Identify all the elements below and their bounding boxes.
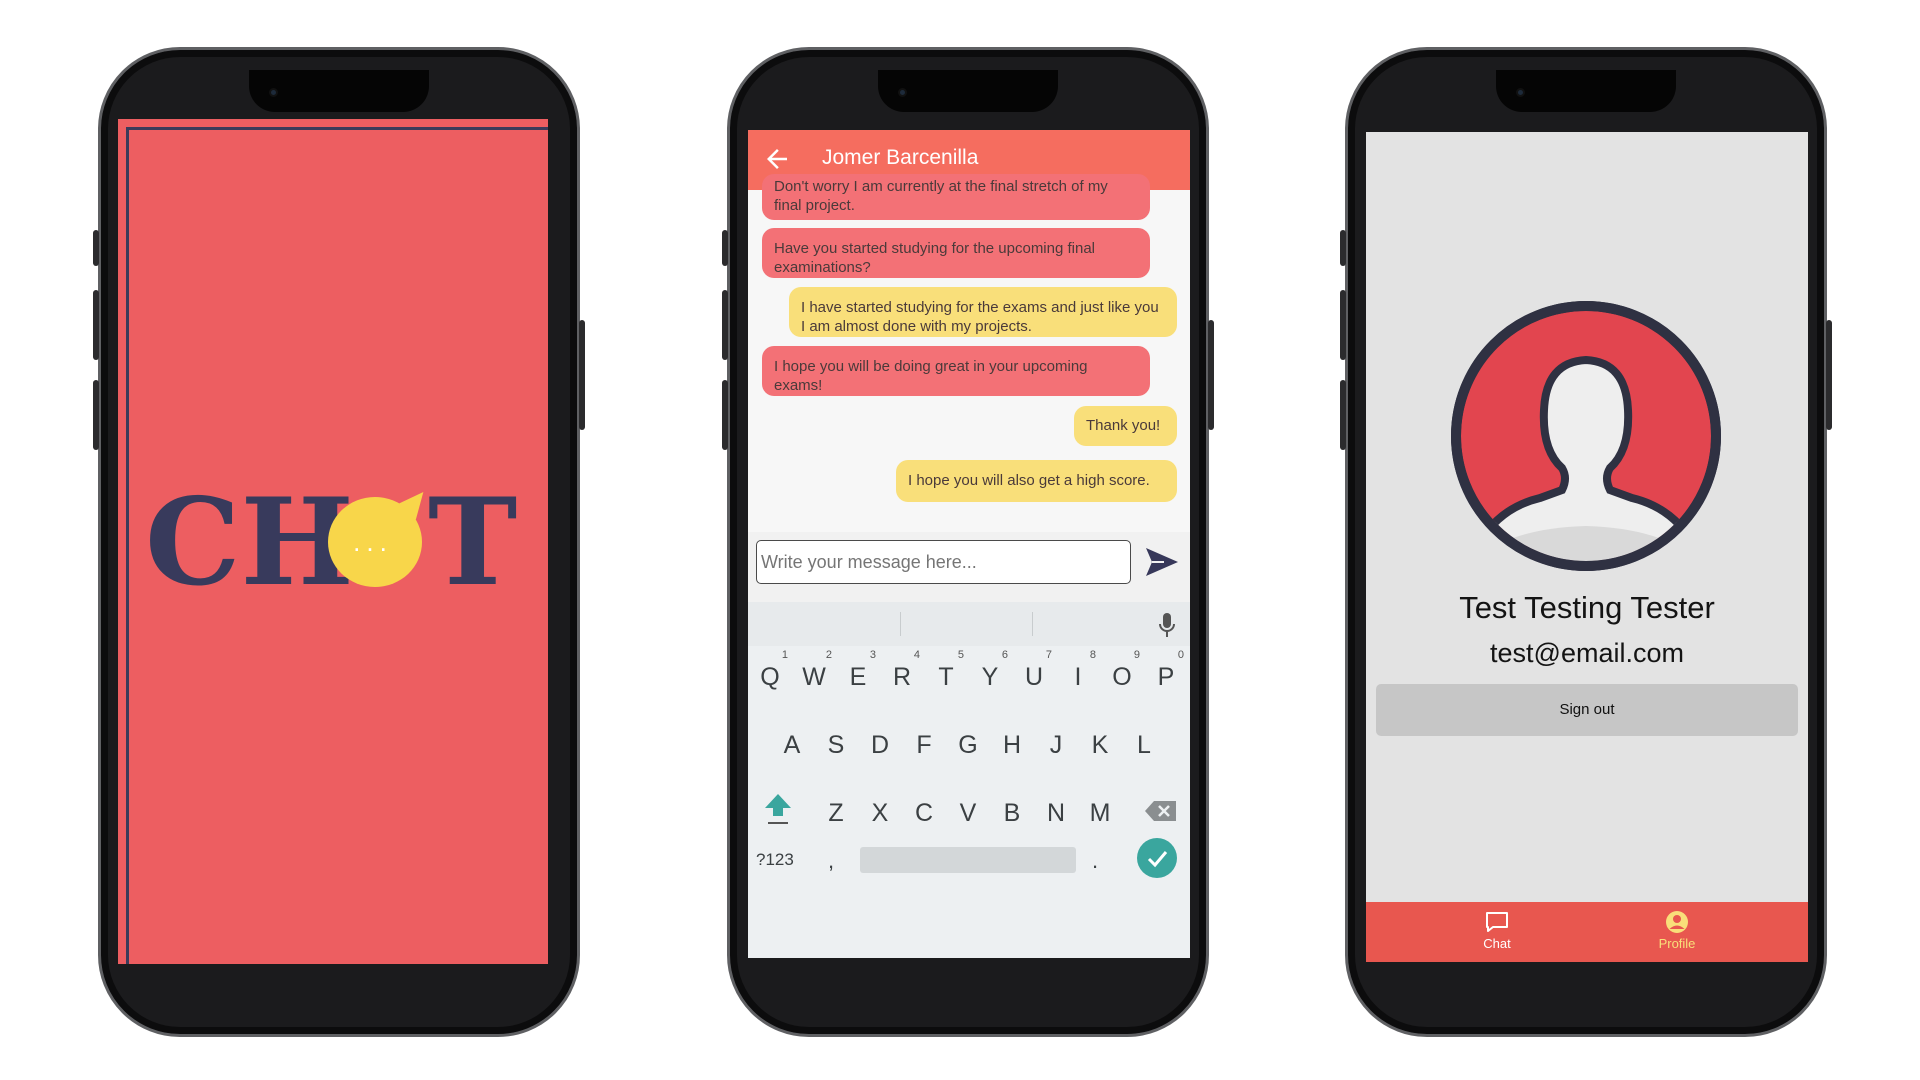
key-g[interactable]: G bbox=[948, 722, 988, 768]
message-bubble-outgoing: I have started studying for the exams an… bbox=[789, 287, 1177, 337]
notch bbox=[1496, 70, 1676, 112]
message-bubble-outgoing: Thank you! bbox=[1074, 406, 1177, 446]
key-f[interactable]: F bbox=[904, 722, 944, 768]
keyboard-suggestion-strip bbox=[748, 602, 1190, 646]
profile-screen: Test Testing Tester test@email.com Sign … bbox=[1366, 132, 1808, 962]
key-s[interactable]: S bbox=[816, 722, 856, 768]
send-icon[interactable] bbox=[1144, 546, 1180, 578]
user-avatar-icon bbox=[1451, 301, 1721, 571]
key-c[interactable]: C bbox=[904, 790, 944, 836]
message-bubble-incoming: Don't worry I am currently at the final … bbox=[762, 174, 1150, 220]
phone-profile: Test Testing Tester test@email.com Sign … bbox=[1340, 47, 1832, 1037]
key-y[interactable]: Y6 bbox=[970, 649, 1010, 700]
key-k[interactable]: K bbox=[1080, 722, 1120, 768]
sign-out-button[interactable]: Sign out bbox=[1376, 684, 1798, 736]
message-bubble-incoming: I hope you will be doing great in your u… bbox=[762, 346, 1150, 396]
period-key[interactable]: . bbox=[1092, 848, 1098, 874]
key-m[interactable]: M bbox=[1080, 790, 1120, 836]
profile-name: Test Testing Tester bbox=[1459, 590, 1715, 625]
key-v[interactable]: V bbox=[948, 790, 988, 836]
message-bubble-outgoing: I hope you will also get a high score. bbox=[896, 460, 1177, 502]
camera-icon bbox=[1516, 88, 1525, 97]
microphone-icon[interactable] bbox=[1158, 612, 1176, 638]
key-w[interactable]: W2 bbox=[794, 649, 834, 700]
camera-icon bbox=[898, 88, 907, 97]
message-composer bbox=[748, 532, 1190, 602]
splash-screen: CH ... T bbox=[118, 119, 548, 964]
key-q[interactable]: Q1 bbox=[750, 649, 790, 700]
logo-bubble-dots: ... bbox=[353, 527, 393, 557]
chat-screen: Jomer Barcenilla Don't worry I am curren… bbox=[748, 130, 1190, 958]
app-logo: CH ... T bbox=[145, 483, 525, 603]
key-o[interactable]: O9 bbox=[1102, 649, 1142, 700]
key-e[interactable]: E3 bbox=[838, 649, 878, 700]
phone-splash: CH ... T bbox=[93, 47, 585, 1037]
key-i[interactable]: I8 bbox=[1058, 649, 1098, 700]
account-circle-icon bbox=[1666, 911, 1688, 933]
phone-chat: Jomer Barcenilla Don't worry I am curren… bbox=[722, 47, 1214, 1037]
key-l[interactable]: L bbox=[1124, 722, 1164, 768]
space-key[interactable] bbox=[860, 847, 1076, 873]
chat-icon bbox=[1486, 912, 1508, 932]
message-text: I hope you will be doing great in your u… bbox=[774, 358, 1088, 394]
message-text: Have you started studying for the upcomi… bbox=[774, 240, 1096, 276]
backspace-icon[interactable] bbox=[1144, 800, 1178, 822]
comma-key[interactable]: , bbox=[828, 848, 834, 874]
message-text: I have started studying for the exams an… bbox=[801, 299, 1159, 335]
key-h[interactable]: H bbox=[992, 722, 1032, 768]
nav-item-profile[interactable]: Profile bbox=[1632, 910, 1722, 951]
logo-text-left: CH bbox=[145, 472, 354, 613]
key-u[interactable]: U7 bbox=[1014, 649, 1054, 700]
message-text: Don't worry I am currently at the final … bbox=[774, 178, 1108, 214]
check-icon bbox=[1147, 851, 1168, 868]
key-n[interactable]: N bbox=[1036, 790, 1076, 836]
notch bbox=[878, 70, 1058, 112]
nav-item-chat[interactable]: Chat bbox=[1452, 910, 1542, 951]
nav-label-chat: Chat bbox=[1483, 936, 1511, 951]
nav-label-profile: Profile bbox=[1658, 936, 1696, 951]
enter-key[interactable] bbox=[1137, 838, 1177, 878]
key-z[interactable]: Z bbox=[816, 790, 856, 836]
message-text: I hope you will also get a high score. bbox=[908, 472, 1150, 489]
symbols-key[interactable]: ?123 bbox=[756, 850, 794, 870]
logo-text-right: T bbox=[428, 472, 518, 613]
key-b[interactable]: B bbox=[992, 790, 1032, 836]
chat-title: Jomer Barcenilla bbox=[822, 146, 979, 169]
key-a[interactable]: A bbox=[772, 722, 812, 768]
bottom-navigation: Chat Profile bbox=[1366, 902, 1808, 962]
arrow-left-icon[interactable] bbox=[762, 144, 792, 174]
notch bbox=[249, 70, 429, 112]
key-x[interactable]: X bbox=[860, 790, 900, 836]
message-bubble-incoming: Have you started studying for the upcomi… bbox=[762, 228, 1150, 278]
soft-keyboard: Q1 W2 E3 R4 T5 Y6 U7 I8 O9 P0 A S D F G … bbox=[748, 602, 1190, 958]
camera-icon bbox=[269, 88, 278, 97]
key-j[interactable]: J bbox=[1036, 722, 1076, 768]
message-text: Thank you! bbox=[1086, 417, 1161, 434]
profile-email: test@email.com bbox=[1490, 638, 1684, 668]
key-t[interactable]: T5 bbox=[926, 649, 966, 700]
shift-icon[interactable] bbox=[762, 790, 794, 826]
key-d[interactable]: D bbox=[860, 722, 900, 768]
key-r[interactable]: R4 bbox=[882, 649, 922, 700]
key-p[interactable]: P0 bbox=[1146, 649, 1186, 700]
message-input[interactable] bbox=[756, 540, 1131, 584]
